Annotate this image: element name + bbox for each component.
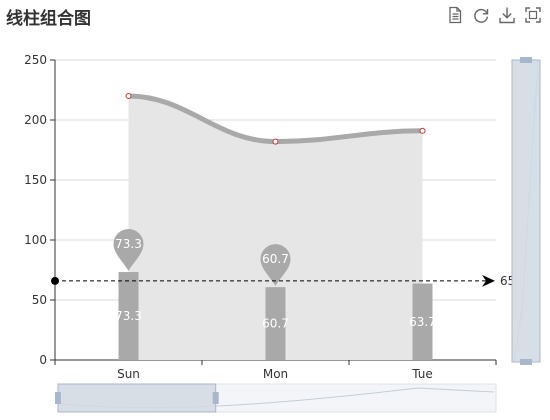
y-tick-label: 0 xyxy=(39,353,47,367)
x-tick-label: Mon xyxy=(263,367,288,381)
y-tick-label: 50 xyxy=(32,293,47,307)
bar-value-label: 73.3 xyxy=(115,309,142,323)
horizontal-zoom-handle-right[interactable] xyxy=(212,392,219,404)
y-tick-label: 200 xyxy=(24,113,47,127)
y-tick-label: 250 xyxy=(24,53,47,67)
chart-canvas: 0 50 100 150 200 250 Sun Mon Tue 73.3 60.7 63.7 73.3… xyxy=(24,53,541,413)
vertical-zoom-handle-bottom[interactable] xyxy=(520,359,532,365)
horizontal-zoom-handle-left[interactable] xyxy=(55,392,61,404)
line-point xyxy=(272,138,279,145)
mark-point-label: 60.7 xyxy=(262,252,289,266)
bar-value-label: 60.7 xyxy=(262,317,289,331)
y-tick-label: 100 xyxy=(24,233,47,247)
horizontal-zoom-window xyxy=(57,383,217,413)
mark-point-label: 73.3 xyxy=(115,237,142,251)
vertical-zoom-handle-top[interactable] xyxy=(520,57,532,63)
line-point xyxy=(419,127,426,134)
x-tick-label: Tue xyxy=(411,367,433,381)
mark-line-start-symbol xyxy=(51,276,59,285)
bar-value-label: 63.7 xyxy=(409,315,436,329)
y-tick-label: 150 xyxy=(24,173,47,187)
vertical-zoom-window xyxy=(511,59,541,363)
line-point xyxy=(125,93,132,99)
x-tick-label: Sun xyxy=(117,367,140,381)
